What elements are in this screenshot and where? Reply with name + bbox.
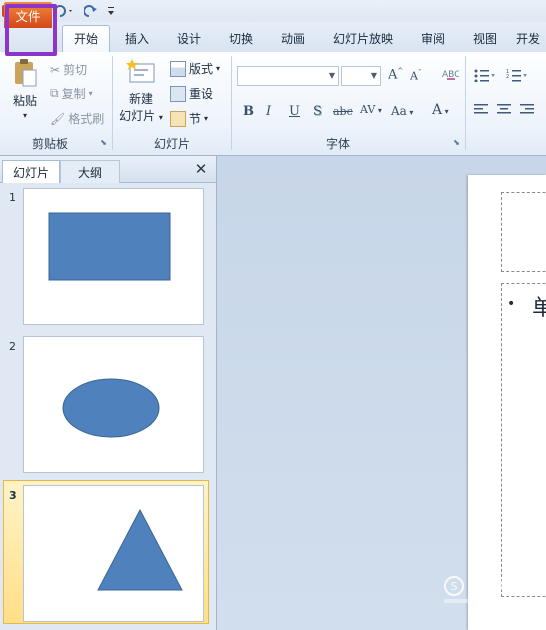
section-icon [170,110,186,127]
clipboard-group-label: 剪贴板 [31,137,68,151]
clear-format-icon[interactable]: ABC [441,66,460,84]
tab-review[interactable]: 审阅 [412,28,454,48]
svg-text:S: S [451,580,458,593]
numbering-icon: 12 [506,69,527,82]
ribbon: 粘贴 ▾ ✂ 剪切 ⧉ 复制 ▾ 🖌 格式刷 剪贴板 ⬊ 新建 幻灯片 ▾ 版式 ▾ 重设… [0,52,546,156]
tab-animations[interactable]: 动画 [272,28,314,48]
tab-slideshow[interactable]: 幻灯片放映 [325,28,401,48]
font-group-label: 字体 [325,137,350,151]
font-size-combo[interactable]: ▼ [341,66,381,86]
tab-developer[interactable]: 开发 [516,28,546,48]
triangle-shape [97,508,183,591]
slide-thumbnail-1[interactable] [23,188,204,325]
chevron-down-icon: ▾ [216,64,221,73]
rectangle-shape [48,212,171,281]
bullets-icon [474,69,495,82]
format-painter-label: 格式刷 [68,112,105,126]
reset-icon [170,85,186,102]
tab-transitions[interactable]: 切换 [220,28,262,48]
numbering-button[interactable]: 12 [506,68,528,82]
underline-button[interactable]: U [289,104,300,119]
slide-thumbnail-2[interactable] [23,336,204,473]
scissors-icon: ✂ [50,62,61,77]
section-label: 节 [189,112,202,126]
align-left-icon [474,104,488,114]
paste-button[interactable]: 粘贴 ▾ [8,58,42,120]
cut-label: 剪切 [63,63,88,77]
section-button[interactable]: 节 ▾ [170,110,208,127]
title-placeholder[interactable] [501,192,546,272]
brush-icon: 🖌 [50,111,66,126]
shrink-font-button[interactable]: Aˇ [410,69,421,83]
slide-number: 2 [9,340,16,353]
slide-number: 3 [9,489,17,502]
grow-font-button[interactable]: A^ [388,67,403,82]
chevron-down-icon: ▾ [204,114,209,123]
close-icon[interactable]: ✕ [192,160,210,178]
new-slide-label: 新建 [128,92,153,106]
copy-button[interactable]: ⧉ 复制 ▾ [50,85,93,102]
paste-label: 粘贴 [12,94,37,108]
format-painter-button[interactable]: 🖌 格式刷 [50,110,104,127]
font-name-combo[interactable]: ▼ [237,66,339,86]
dialog-launcher-icon[interactable]: ⬊ [452,138,461,147]
tab-design[interactable]: 设计 [168,28,210,48]
copy-icon: ⧉ [50,86,59,100]
svg-text:2: 2 [506,74,509,80]
chevron-down-icon: ▼ [328,71,335,80]
slides-group-label: 幻灯片 [153,137,190,151]
layout-icon [170,60,186,77]
align-right-icon [520,104,534,114]
redo-icon[interactable] [82,3,100,19]
quick-access-toolbar: P [0,0,546,22]
slide-body-text: 单 [532,296,546,321]
layout-label: 版式 [189,62,214,76]
tab-outline[interactable]: 大纲 [60,160,120,183]
chevron-down-icon: ▼ [370,71,377,80]
align-center-button[interactable] [497,104,511,116]
bold-button[interactable]: B [243,104,254,119]
cut-button[interactable]: ✂ 剪切 [50,61,87,78]
new-slide-icon [126,59,155,83]
font-color-button[interactable]: A ▾ [432,102,449,118]
bullet-marker: • [507,296,516,312]
bullets-button[interactable] [474,68,496,82]
align-right-button[interactable] [520,104,534,116]
chevron-down-icon: ▾ [88,89,93,98]
watermark-logo: S [442,573,532,607]
copy-label: 复制 [61,87,86,101]
tab-slides[interactable]: 幻灯片 [2,160,60,183]
layout-button[interactable]: 版式 ▾ [170,60,220,77]
dialog-launcher-icon[interactable]: ⬊ [99,138,108,147]
slide-thumbnail-3[interactable] [23,485,204,622]
content-placeholder[interactable]: • 单 [501,283,546,597]
tab-home[interactable]: 开始 [64,28,108,48]
chevron-down-icon: ▾ [22,111,27,120]
align-center-icon [497,104,511,114]
ellipse-shape [62,378,160,438]
italic-button[interactable]: I [266,104,271,119]
align-left-button[interactable] [474,104,488,116]
slide-number: 1 [9,191,16,204]
shadow-button[interactable]: S [313,104,322,119]
group-divider [465,56,466,150]
reset-button[interactable]: 重设 [170,85,213,102]
reset-label: 重设 [189,87,214,101]
new-slide-label-line2: 幻灯片 ▾ [119,109,163,123]
current-slide[interactable]: • 单 [468,175,546,630]
file-tab-highlight [5,4,57,56]
tab-view[interactable]: 视图 [464,28,506,48]
character-spacing-button[interactable]: AV ▾ [360,103,382,116]
strikethrough-button[interactable]: abc [333,105,353,118]
new-slide-button[interactable]: 新建 幻灯片 ▾ [117,58,165,124]
tab-insert[interactable]: 插入 [116,28,158,48]
customize-icon[interactable] [105,3,117,19]
change-case-button[interactable]: Aa ▾ [391,104,413,118]
paste-icon [15,59,37,87]
